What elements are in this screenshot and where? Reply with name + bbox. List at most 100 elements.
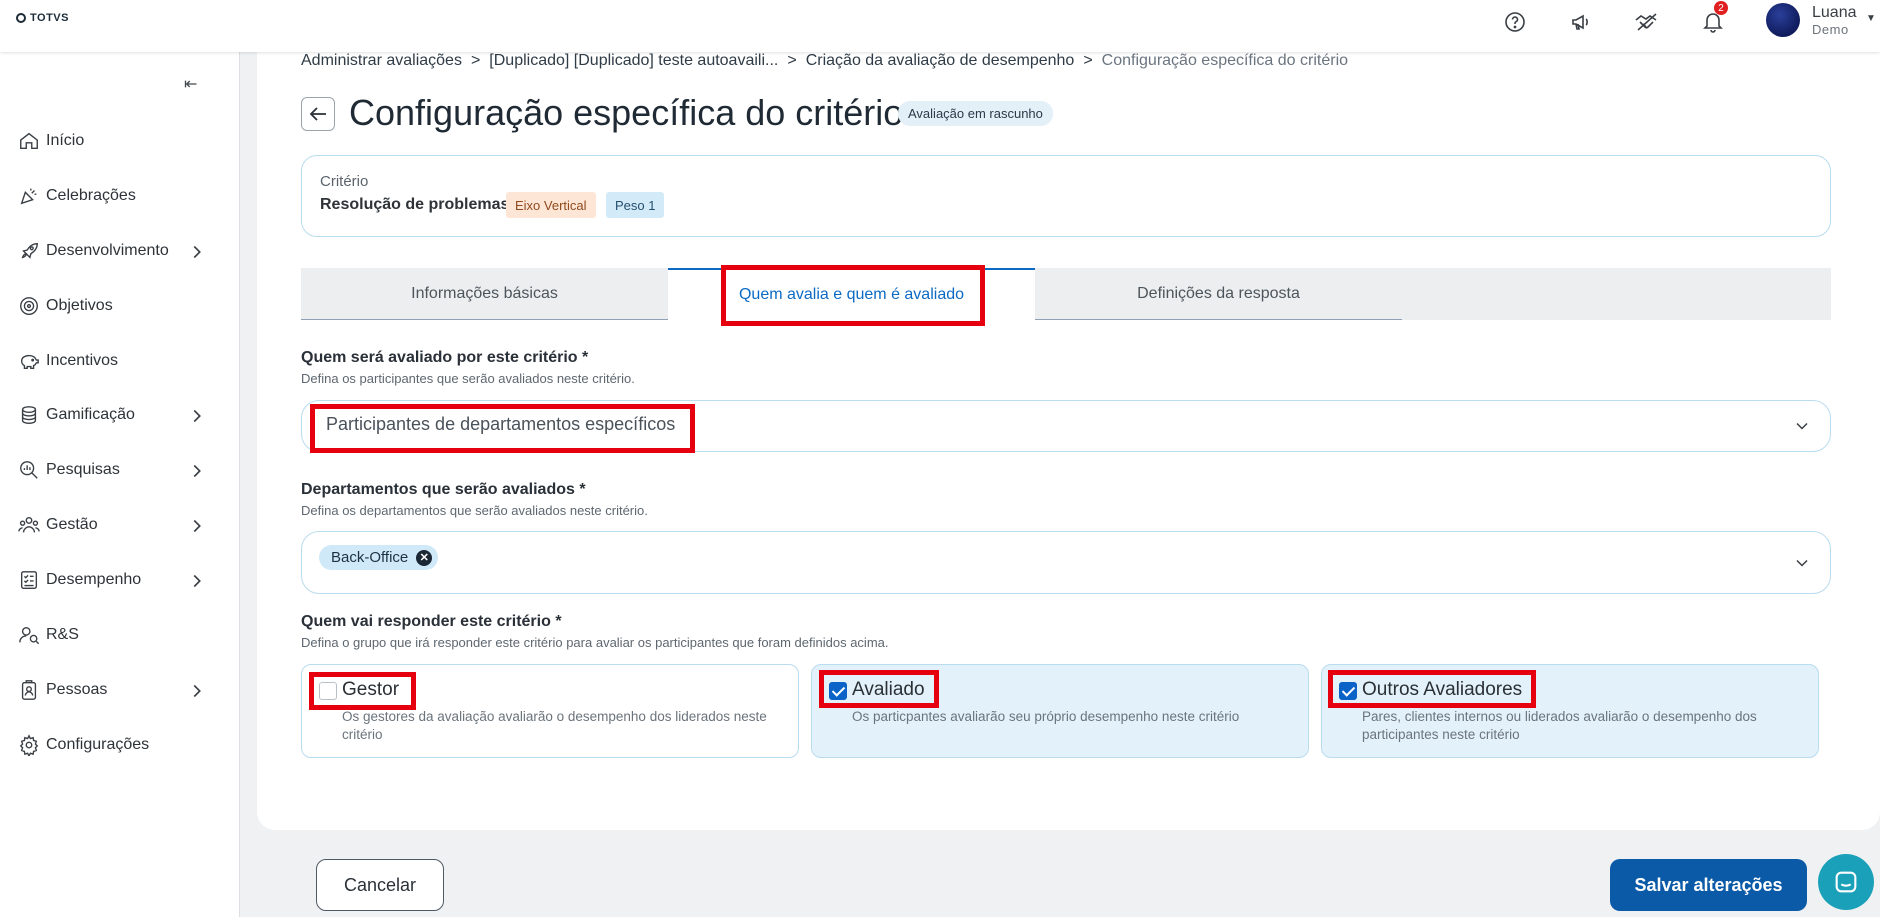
checklist-icon: [20, 571, 38, 589]
sidebar-item-desenvolvimento[interactable]: Desenvolvimento: [18, 236, 214, 266]
evaluated-title: Quem será avaliado por este critério *: [301, 349, 589, 366]
sidebar-item-desempenho[interactable]: Desempenho: [18, 565, 214, 595]
rocket-icon: [21, 242, 38, 259]
chevron-down-icon: [1796, 559, 1808, 567]
piggy-bank-icon: [20, 354, 39, 370]
sidebar-item-rs[interactable]: R&S: [18, 620, 214, 650]
chevron-right-icon: [193, 574, 201, 588]
chevron-down-icon: [1796, 422, 1808, 430]
breadcrumb-item[interactable]: [Duplicado] [Duplicado] teste autoavaili…: [489, 52, 778, 70]
search-chart-icon: [20, 461, 38, 479]
handshake-icon[interactable]: [1632, 7, 1662, 37]
avatar[interactable]: [1766, 3, 1800, 37]
outros-avaliadores-checkbox[interactable]: [1339, 682, 1357, 700]
option-title: Avaliado: [852, 679, 925, 700]
collapse-sidebar-icon[interactable]: ⇤: [184, 74, 197, 94]
sidebar-item-label: Incentivos: [46, 352, 119, 369]
responders-subtitle: Defina o grupo que irá responder este cr…: [301, 635, 889, 650]
party-popper-icon: [20, 188, 37, 205]
criterion-label: Critério: [320, 173, 369, 190]
megaphone-icon[interactable]: [1566, 7, 1596, 37]
sidebar-item-label: Celebrações: [46, 187, 136, 204]
user-role: Demo: [1812, 22, 1849, 37]
responder-option-outros[interactable]: Outros Avaliadores Pares, clientes inter…: [1321, 664, 1819, 758]
evaluated-select-value: Participantes de departamentos específic…: [326, 414, 676, 434]
sidebar-item-objetivos[interactable]: Objetivos: [18, 291, 214, 321]
criterion-name: Resolução de problemas: [320, 196, 510, 213]
top-bar: TOTVS 2 Luana Demo ▼: [0, 0, 1880, 52]
recruitment-icon: [19, 626, 40, 645]
criterion-summary: Critério Resolução de problemas Eixo Ver…: [301, 155, 1831, 237]
option-title: Gestor: [342, 679, 400, 700]
gestor-checkbox[interactable]: [319, 682, 337, 700]
evaluated-select[interactable]: Participantes de departamentos específic…: [301, 400, 1831, 452]
sidebar-item-label: Configurações: [46, 736, 150, 753]
page-title: Configuração específica do critério: [349, 92, 904, 133]
chevron-right-icon: [193, 245, 201, 259]
chat-launcher-button[interactable]: [1818, 854, 1874, 910]
tab-informacoes-basicas[interactable]: Informações básicas: [301, 268, 668, 320]
team-icon: [18, 516, 40, 533]
department-chip-label: Back-Office: [331, 549, 409, 566]
breadcrumb: Administrar avaliações > [Duplicado] [Du…: [301, 52, 1348, 70]
breadcrumb-item[interactable]: Criação da avaliação de desempenho: [806, 52, 1075, 70]
axis-tag: Eixo Vertical: [506, 192, 596, 218]
sidebar-item-label: Gestão: [46, 516, 98, 533]
departments-select[interactable]: Back-Office ✕: [301, 531, 1831, 594]
chevron-right-icon: [193, 464, 201, 478]
sidebar-item-gestao[interactable]: Gestão: [18, 510, 214, 540]
departments-title: Departamentos que serão avaliados *: [301, 481, 586, 498]
cancel-button[interactable]: Cancelar: [316, 859, 444, 911]
chevron-right-icon: [193, 409, 201, 423]
responders-title: Quem vai responder este critério *: [301, 613, 562, 630]
sidebar-item-inicio[interactable]: Início: [18, 126, 214, 156]
id-badge-icon: [21, 680, 37, 700]
breadcrumb-separator: >: [1083, 52, 1093, 69]
tabs-bar: Informações básicas Quem avalia e quem é…: [301, 268, 1831, 320]
option-description: Os gestores da avaliação avaliarão o des…: [342, 709, 767, 742]
help-icon[interactable]: [1500, 7, 1530, 37]
sidebar-item-gamificacao[interactable]: Gamificação: [18, 400, 214, 430]
remove-chip-icon[interactable]: ✕: [416, 549, 433, 566]
sidebar-item-celebracoes[interactable]: Celebrações: [18, 181, 214, 211]
sidebar-item-label: Pessoas: [46, 681, 108, 698]
save-button[interactable]: Salvar alterações: [1610, 859, 1807, 911]
notifications-bell-icon[interactable]: 2: [1698, 1, 1728, 37]
sidebar-item-pessoas[interactable]: Pessoas: [18, 675, 214, 705]
chat-icon: [1835, 871, 1857, 893]
responder-option-avaliado[interactable]: Avaliado Os particpantes avaliarão seu p…: [811, 664, 1309, 758]
tab-quem-avalia[interactable]: Quem avalia e quem é avaliado: [668, 268, 1035, 320]
breadcrumb-current: Configuração específica do critério: [1101, 52, 1349, 69]
sidebar-item-label: Pesquisas: [46, 461, 120, 478]
sidebar-item-configuracoes[interactable]: Configurações: [18, 730, 214, 760]
responder-option-gestor[interactable]: Gestor Os gestores da avaliação avaliarã…: [301, 664, 799, 758]
user-menu-caret-icon[interactable]: ▼: [1866, 13, 1876, 24]
arrow-left-icon: [309, 107, 326, 121]
target-icon: [20, 297, 38, 315]
status-badge: Avaliação em rascunho: [898, 101, 1053, 126]
avaliado-checkbox[interactable]: [829, 682, 847, 700]
breadcrumb-separator: >: [787, 52, 797, 69]
notification-count-badge: 2: [1714, 1, 1728, 15]
chevron-right-icon: [193, 519, 201, 533]
home-icon: [20, 132, 38, 150]
sidebar-item-incentivos[interactable]: Incentivos: [18, 346, 214, 376]
option-description: Pares, clientes internos ou liderados av…: [1362, 709, 1757, 742]
tab-definicoes-resposta[interactable]: Definições da resposta: [1035, 268, 1402, 320]
evaluated-subtitle: Defina os participantes que serão avalia…: [301, 371, 635, 386]
totvs-logo[interactable]: TOTVS: [16, 12, 69, 24]
gear-icon: [19, 734, 39, 756]
departments-subtitle: Defina os departamentos que serão avalia…: [301, 503, 648, 518]
sidebar-item-label: Início: [46, 132, 85, 149]
logo-text: TOTVS: [30, 12, 69, 24]
sidebar-item-pesquisas[interactable]: Pesquisas: [18, 455, 214, 485]
sidebar-item-label: Desempenho: [46, 571, 142, 588]
sidebar-item-label: Gamificação: [46, 406, 135, 423]
user-name[interactable]: Luana: [1812, 4, 1857, 22]
breadcrumb-item[interactable]: Administrar avaliações: [301, 52, 462, 70]
option-description: Os particpantes avaliarão seu próprio de…: [852, 709, 1240, 724]
sidebar-item-label: Desenvolvimento: [46, 242, 169, 259]
breadcrumb-separator: >: [470, 52, 481, 69]
back-button[interactable]: [301, 97, 335, 131]
chevron-right-icon: [193, 684, 201, 698]
